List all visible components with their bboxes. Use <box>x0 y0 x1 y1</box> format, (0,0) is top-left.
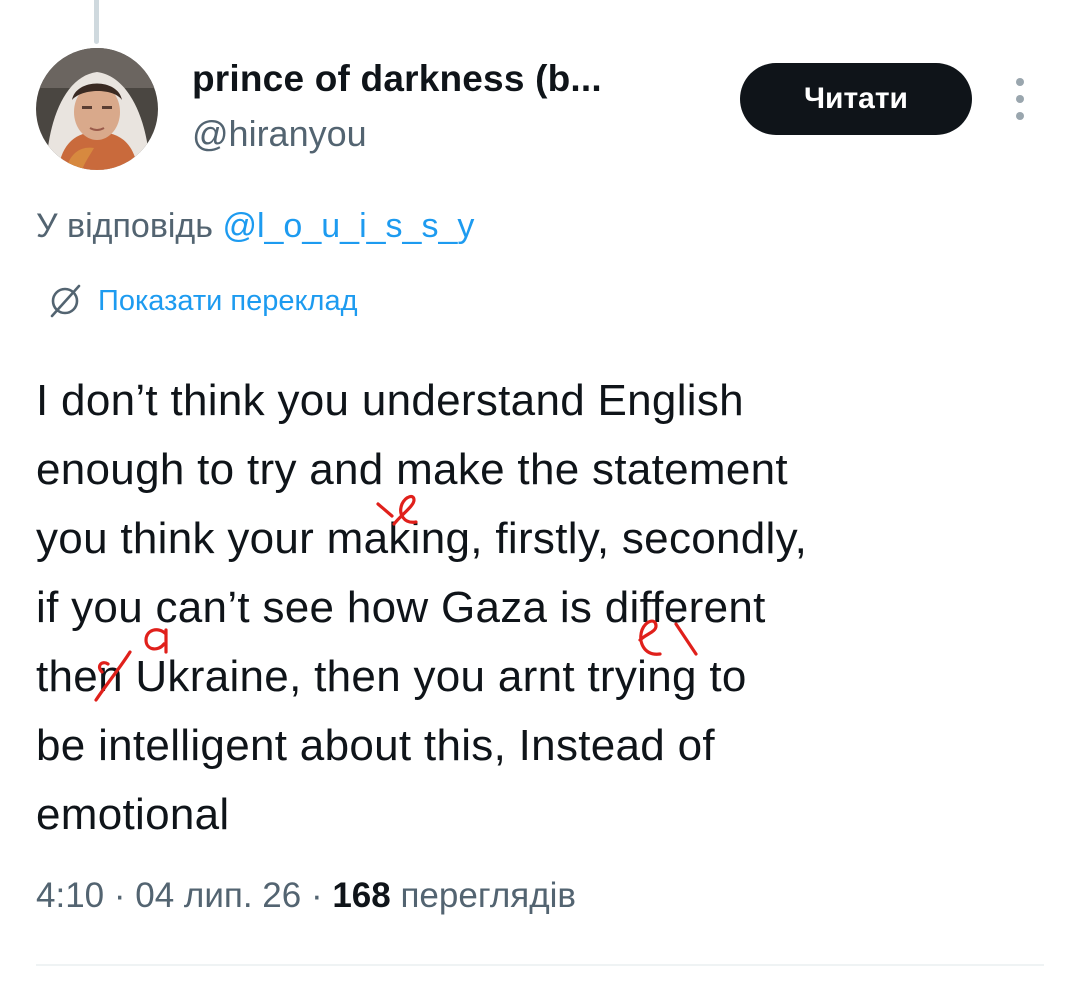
divider <box>36 964 1044 966</box>
meta-separator: · <box>113 876 126 915</box>
avatar[interactable] <box>36 48 158 170</box>
tweet-text: I don’t think you understand English eno… <box>36 376 808 839</box>
reply-mention-link[interactable]: @l_o_u_i_s_s_y <box>222 207 474 245</box>
more-vertical-icon[interactable] <box>1006 74 1034 124</box>
tweet-date[interactable]: 04 лип. 26 <box>135 876 301 915</box>
reply-prefix: У відповідь <box>36 207 213 245</box>
thread-connector-line <box>94 0 99 44</box>
author-display-name[interactable]: prince of darkness (b... <box>192 58 602 100</box>
tweet-meta: 4:10 · 04 лип. 26 · 168 переглядів <box>36 876 576 916</box>
follow-button[interactable]: Читати <box>740 63 972 135</box>
views-label: переглядів <box>400 876 576 915</box>
show-translation-label: Показати переклад <box>98 284 358 317</box>
tweet-time[interactable]: 4:10 <box>36 876 104 915</box>
reply-context: У відповідь @l_o_u_i_s_s_y <box>36 207 474 246</box>
meta-separator: · <box>310 876 323 915</box>
globe-slash-icon <box>50 284 81 318</box>
author-handle[interactable]: @hiranyou <box>192 113 367 155</box>
views-count: 168 <box>332 876 391 915</box>
avatar-photo <box>36 48 158 170</box>
show-translation-link[interactable]: Показати переклад <box>46 282 358 320</box>
